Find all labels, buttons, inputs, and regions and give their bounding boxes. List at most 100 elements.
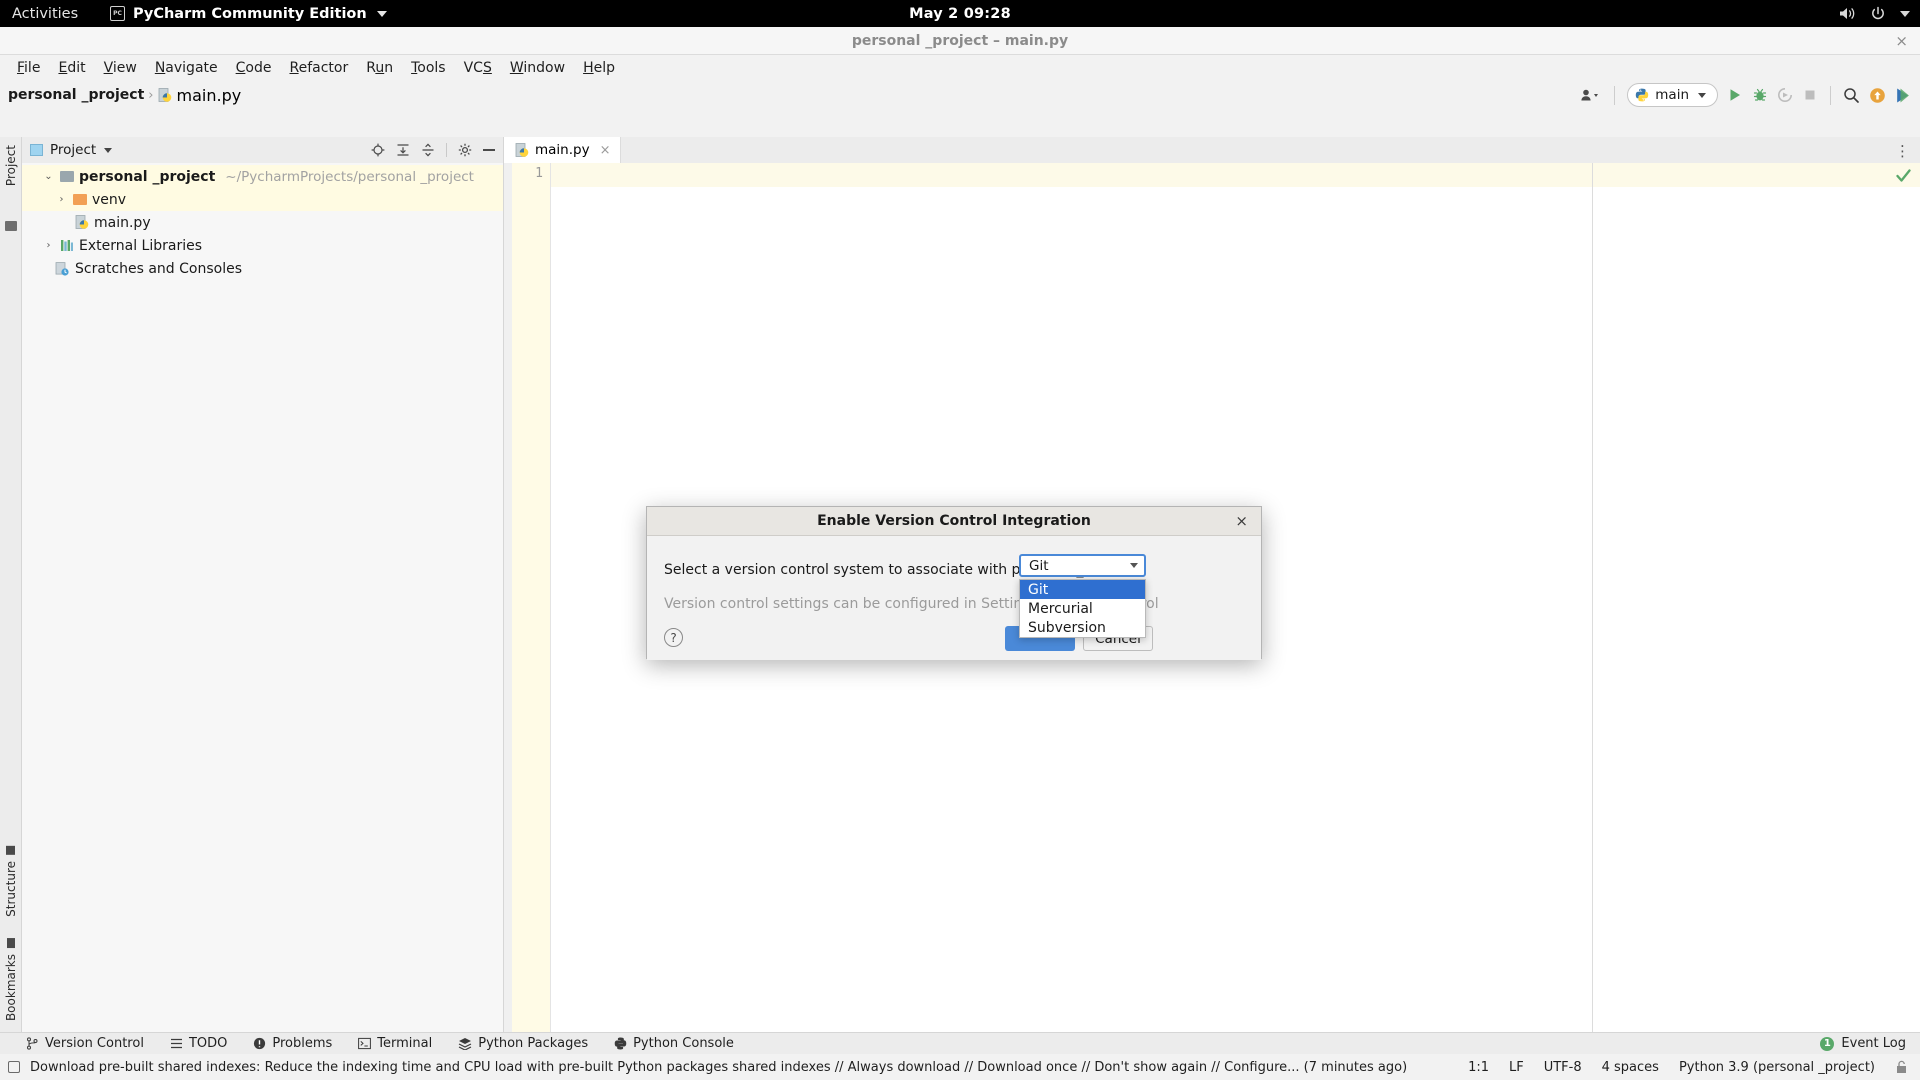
menu-refactor[interactable]: Refactor — [280, 57, 357, 79]
tree-item-venv[interactable]: › venv — [22, 188, 503, 211]
status-message[interactable]: Download pre-built shared indexes: Reduc… — [30, 1060, 1407, 1075]
power-icon[interactable] — [1870, 6, 1886, 22]
tool-window-python-packages[interactable]: Python Packages — [458, 1036, 588, 1051]
menu-tools[interactable]: Tools — [402, 57, 455, 79]
debug-button[interactable] — [1752, 87, 1768, 103]
indent-setting[interactable]: 4 spaces — [1602, 1060, 1659, 1075]
run-anything-icon[interactable] — [1895, 87, 1912, 104]
tool-window-terminal[interactable]: Terminal — [358, 1036, 432, 1051]
chevron-down-icon[interactable]: ⌄ — [42, 171, 55, 182]
tool-window-python-console[interactable]: Python Console — [614, 1036, 734, 1051]
tree-item-external-libraries[interactable]: › External Libraries — [22, 234, 503, 257]
run-button[interactable] — [1727, 87, 1743, 103]
vcs-option-mercurial[interactable]: Mercurial — [1020, 599, 1145, 618]
menu-run[interactable]: Run — [357, 57, 402, 79]
interpreter-label[interactable]: Python 3.9 (personal _project) — [1679, 1060, 1875, 1075]
tree-item-main-py[interactable]: main.py — [22, 211, 503, 234]
menu-navigate[interactable]: Navigate — [146, 57, 227, 79]
tree-item-label: External Libraries — [79, 237, 202, 254]
scratches-icon — [55, 261, 69, 276]
problems-icon — [254, 1037, 266, 1050]
settings-gear-icon[interactable] — [458, 143, 472, 157]
user-dropdown-icon[interactable] — [1580, 88, 1602, 103]
tool-window-problems[interactable]: Problems — [253, 1036, 332, 1051]
dialog-body: Select a version control system to assoc… — [647, 536, 1261, 660]
help-button[interactable]: ? — [664, 628, 683, 647]
system-tray[interactable] — [1839, 6, 1910, 22]
editor-options-icon[interactable]: ⋮ — [1895, 142, 1911, 160]
chevron-down-icon[interactable] — [1900, 10, 1910, 17]
caret-position[interactable]: 1:1 — [1468, 1060, 1489, 1075]
rail-bookmarks-label: Bookmarks — [3, 953, 18, 1021]
chevron-right-icon[interactable]: › — [55, 194, 68, 205]
structure-icon — [6, 846, 15, 856]
dialog-titlebar: Enable Version Control Integration × — [647, 507, 1261, 536]
rail-item-bookmarks[interactable]: Bookmarks — [3, 937, 18, 1021]
vcs-select-dropdown: Git Mercurial Subversion — [1019, 579, 1146, 638]
app-menu-button[interactable]: PC PyCharm Community Edition — [110, 6, 387, 22]
collapse-all-icon[interactable] — [421, 143, 435, 157]
current-line-highlight — [550, 163, 1592, 187]
dialog-close-button[interactable]: × — [1235, 512, 1248, 530]
rail-item-structure[interactable]: Structure — [4, 846, 18, 917]
breadcrumb-file[interactable]: main.py — [158, 85, 242, 105]
run-configuration-selector[interactable]: main — [1627, 83, 1718, 107]
editor-tab-label: main.py — [535, 142, 590, 158]
notification-icon[interactable] — [8, 1061, 20, 1073]
project-panel-header: Project — [22, 137, 503, 163]
packages-icon — [458, 1038, 472, 1050]
volume-icon[interactable] — [1839, 6, 1856, 21]
search-everywhere-icon[interactable] — [1843, 87, 1860, 104]
tool-window-label: Python Console — [633, 1036, 734, 1051]
line-separator[interactable]: LF — [1509, 1060, 1524, 1075]
menu-vcs[interactable]: VCS — [455, 57, 501, 79]
inspection-status-icon[interactable] — [1895, 167, 1912, 188]
toolbar-divider — [1614, 85, 1616, 105]
menu-edit[interactable]: Edit — [49, 57, 94, 79]
breadcrumb-project[interactable]: personal _project — [8, 87, 144, 103]
editor-tab-main-py[interactable]: main.py × — [504, 137, 621, 163]
vcs-option-git[interactable]: Git — [1020, 580, 1145, 599]
lock-icon[interactable] — [1895, 1060, 1908, 1074]
update-icon[interactable] — [1869, 87, 1886, 104]
rail-project-label: Project — [3, 145, 18, 187]
tool-window-version-control[interactable]: Version Control — [26, 1036, 144, 1051]
expand-all-icon[interactable] — [396, 143, 410, 157]
file-encoding[interactable]: UTF-8 — [1544, 1060, 1582, 1075]
window-close-button[interactable]: × — [1895, 32, 1908, 50]
tree-item-personal-project[interactable]: ⌄ personal _project ~/PycharmProjects/pe… — [22, 165, 503, 188]
menu-help[interactable]: Help — [574, 57, 624, 79]
chevron-down-icon — [1698, 92, 1706, 98]
menu-code[interactable]: Code — [227, 57, 281, 79]
locate-icon[interactable] — [371, 143, 385, 157]
editor-gutter[interactable]: 1 — [504, 163, 550, 1035]
tree-item-scratches[interactable]: Scratches and Consoles — [22, 257, 503, 280]
tool-window-todo[interactable]: TODO — [170, 1036, 227, 1051]
python-file-icon — [75, 215, 89, 229]
coverage-button[interactable] — [1777, 87, 1793, 103]
vcs-option-subversion[interactable]: Subversion — [1020, 618, 1145, 637]
tool-window-label: Terminal — [377, 1036, 433, 1051]
chevron-down-icon[interactable] — [104, 147, 113, 153]
chevron-right-icon[interactable]: › — [42, 240, 55, 251]
vcs-select[interactable]: Git — [1019, 554, 1146, 577]
tree-item-label: main.py — [94, 214, 151, 231]
breadcrumb-file-label: main.py — [176, 85, 242, 105]
event-log-button[interactable]: 1 Event Log — [1820, 1036, 1906, 1051]
folder-icon — [5, 221, 17, 231]
stop-button[interactable] — [1802, 87, 1818, 103]
rail-structure-label: Structure — [3, 861, 18, 917]
tree-item-label: personal _project — [79, 168, 216, 185]
menu-window[interactable]: Window — [501, 57, 574, 79]
menu-view[interactable]: View — [95, 57, 146, 79]
menu-file[interactable]: File — [8, 57, 49, 79]
python-icon — [1636, 88, 1649, 102]
activities-button[interactable]: Activities — [12, 6, 78, 22]
gnome-top-bar: Activities PC PyCharm Community Edition … — [0, 0, 1920, 27]
close-icon[interactable]: × — [600, 143, 611, 158]
main-toolbar: main — [1580, 83, 1912, 107]
hide-icon[interactable] — [483, 149, 495, 151]
clock[interactable]: May 2 09:28 — [909, 6, 1011, 22]
rail-item-project[interactable]: Project — [4, 145, 18, 186]
tool-window-label: Python Packages — [478, 1036, 589, 1051]
